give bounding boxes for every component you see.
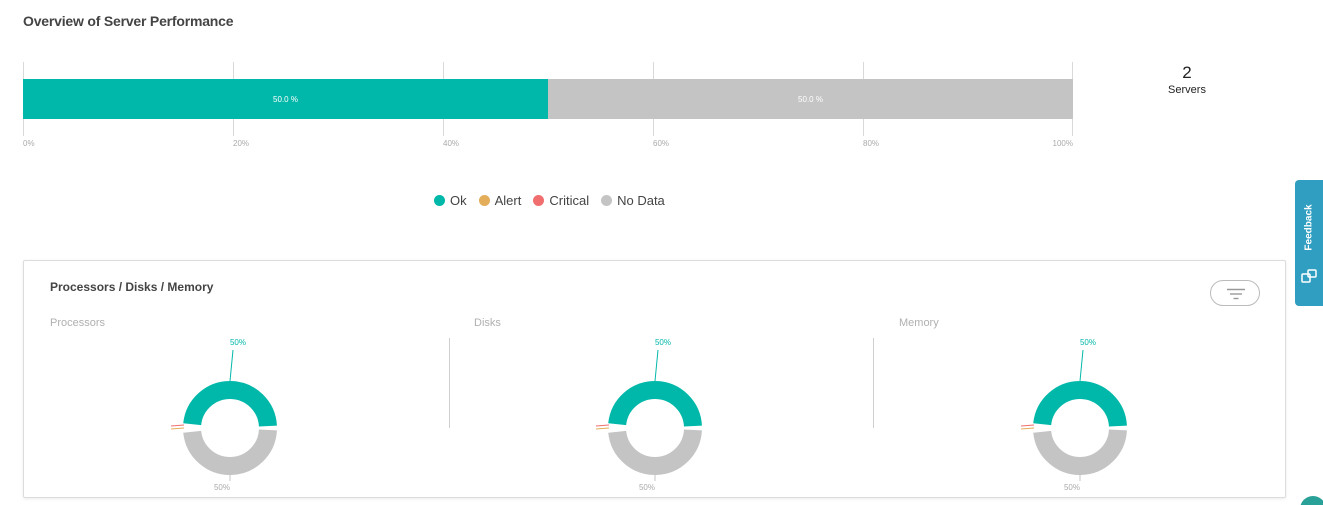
filter-button[interactable] — [1210, 280, 1260, 306]
feedback-label-wrap: Feedback — [1296, 202, 1322, 252]
donut-chart-processors[interactable]: 50% 50% — [170, 333, 290, 493]
resource-card: Processors / Disks / Memory Processors D… — [23, 260, 1286, 498]
panel-label-disks: Disks — [474, 317, 501, 329]
panel-divider — [449, 338, 450, 428]
legend-item-critical[interactable]: Critical — [533, 193, 589, 208]
legend-item-alert[interactable]: Alert — [478, 193, 522, 208]
legend-label: Critical — [549, 193, 590, 208]
donut-slice-alert-leader — [1020, 427, 1035, 430]
panel-label-memory: Memory — [899, 317, 939, 329]
legend-dot-no-data — [601, 195, 613, 206]
page-title: Overview of Server Performance — [23, 13, 234, 29]
status-legend: Ok Alert Critical No Data — [434, 193, 677, 208]
donut-slice-no-data[interactable] — [608, 428, 702, 475]
donut-slice-ok[interactable] — [608, 381, 702, 428]
donut-label-ok: 50% — [230, 338, 246, 347]
donut-slice-no-data[interactable] — [183, 428, 277, 475]
donut-slice-ok[interactable] — [1033, 381, 1127, 428]
donut-slice-critical-leader — [1020, 424, 1035, 427]
panel-divider — [873, 338, 874, 428]
tick-label: 0% — [23, 139, 35, 148]
feedback-icon — [1301, 269, 1317, 283]
legend-item-ok[interactable]: Ok — [434, 193, 467, 208]
filter-icon — [1227, 288, 1245, 300]
server-count-value: 2 — [1182, 63, 1192, 82]
donut-slice-alert-leader — [595, 427, 610, 430]
donut-leader-ok — [1079, 349, 1084, 382]
legend-label: Ok — [450, 193, 467, 208]
bar-track: 50.0 % 50.0 % — [23, 79, 1073, 119]
card-title: Processors / Disks / Memory — [50, 280, 214, 294]
donut-slice-no-data[interactable] — [1033, 428, 1127, 475]
legend-dot-ok — [434, 195, 445, 206]
donut-label-no-data: 50% — [639, 483, 655, 492]
donut-slice-critical-leader — [170, 424, 185, 427]
legend-dot-alert — [478, 195, 490, 206]
donut-label-ok: 50% — [655, 338, 671, 347]
tick-label: 20% — [232, 139, 250, 148]
donut-leader-ok — [654, 349, 659, 382]
chat-launcher-button[interactable] — [1300, 496, 1323, 505]
legend-dot-critical — [533, 195, 545, 206]
tick-label: 60% — [652, 139, 670, 148]
donut-chart-disks[interactable]: 50% 50% — [595, 333, 715, 493]
donut-leader-ok — [229, 349, 234, 382]
bar-segment-ok[interactable]: 50.0 % — [23, 79, 548, 119]
panel-label-processors: Processors — [50, 317, 106, 329]
feedback-tab[interactable]: Feedback — [1295, 180, 1323, 306]
feedback-label: Feedback — [1303, 203, 1315, 251]
donut-label-no-data: 50% — [1064, 483, 1080, 492]
tick-label: 100% — [1052, 139, 1073, 148]
status-stacked-bar: 50.0 % 50.0 % 0% 20% 40% 60% 80% 100% — [23, 62, 1073, 152]
donut-label-ok: 50% — [1080, 338, 1096, 347]
donut-slice-ok[interactable] — [183, 381, 277, 428]
tick-label: 80% — [862, 139, 880, 148]
donut-slice-critical-leader — [595, 424, 610, 427]
donut-chart-memory[interactable]: 50% 50% — [1020, 333, 1140, 493]
legend-label: No Data — [617, 193, 665, 208]
legend-label: Alert — [494, 193, 522, 208]
donut-label-no-data: 50% — [214, 483, 230, 492]
server-count-label: Servers — [1168, 84, 1206, 96]
legend-item-no-data[interactable]: No Data — [601, 193, 665, 208]
bar-segment-no-data[interactable]: 50.0 % — [548, 79, 1073, 119]
server-count: 2 Servers — [1147, 63, 1227, 97]
tick-label: 40% — [442, 139, 460, 148]
donut-slice-alert-leader — [170, 427, 185, 430]
